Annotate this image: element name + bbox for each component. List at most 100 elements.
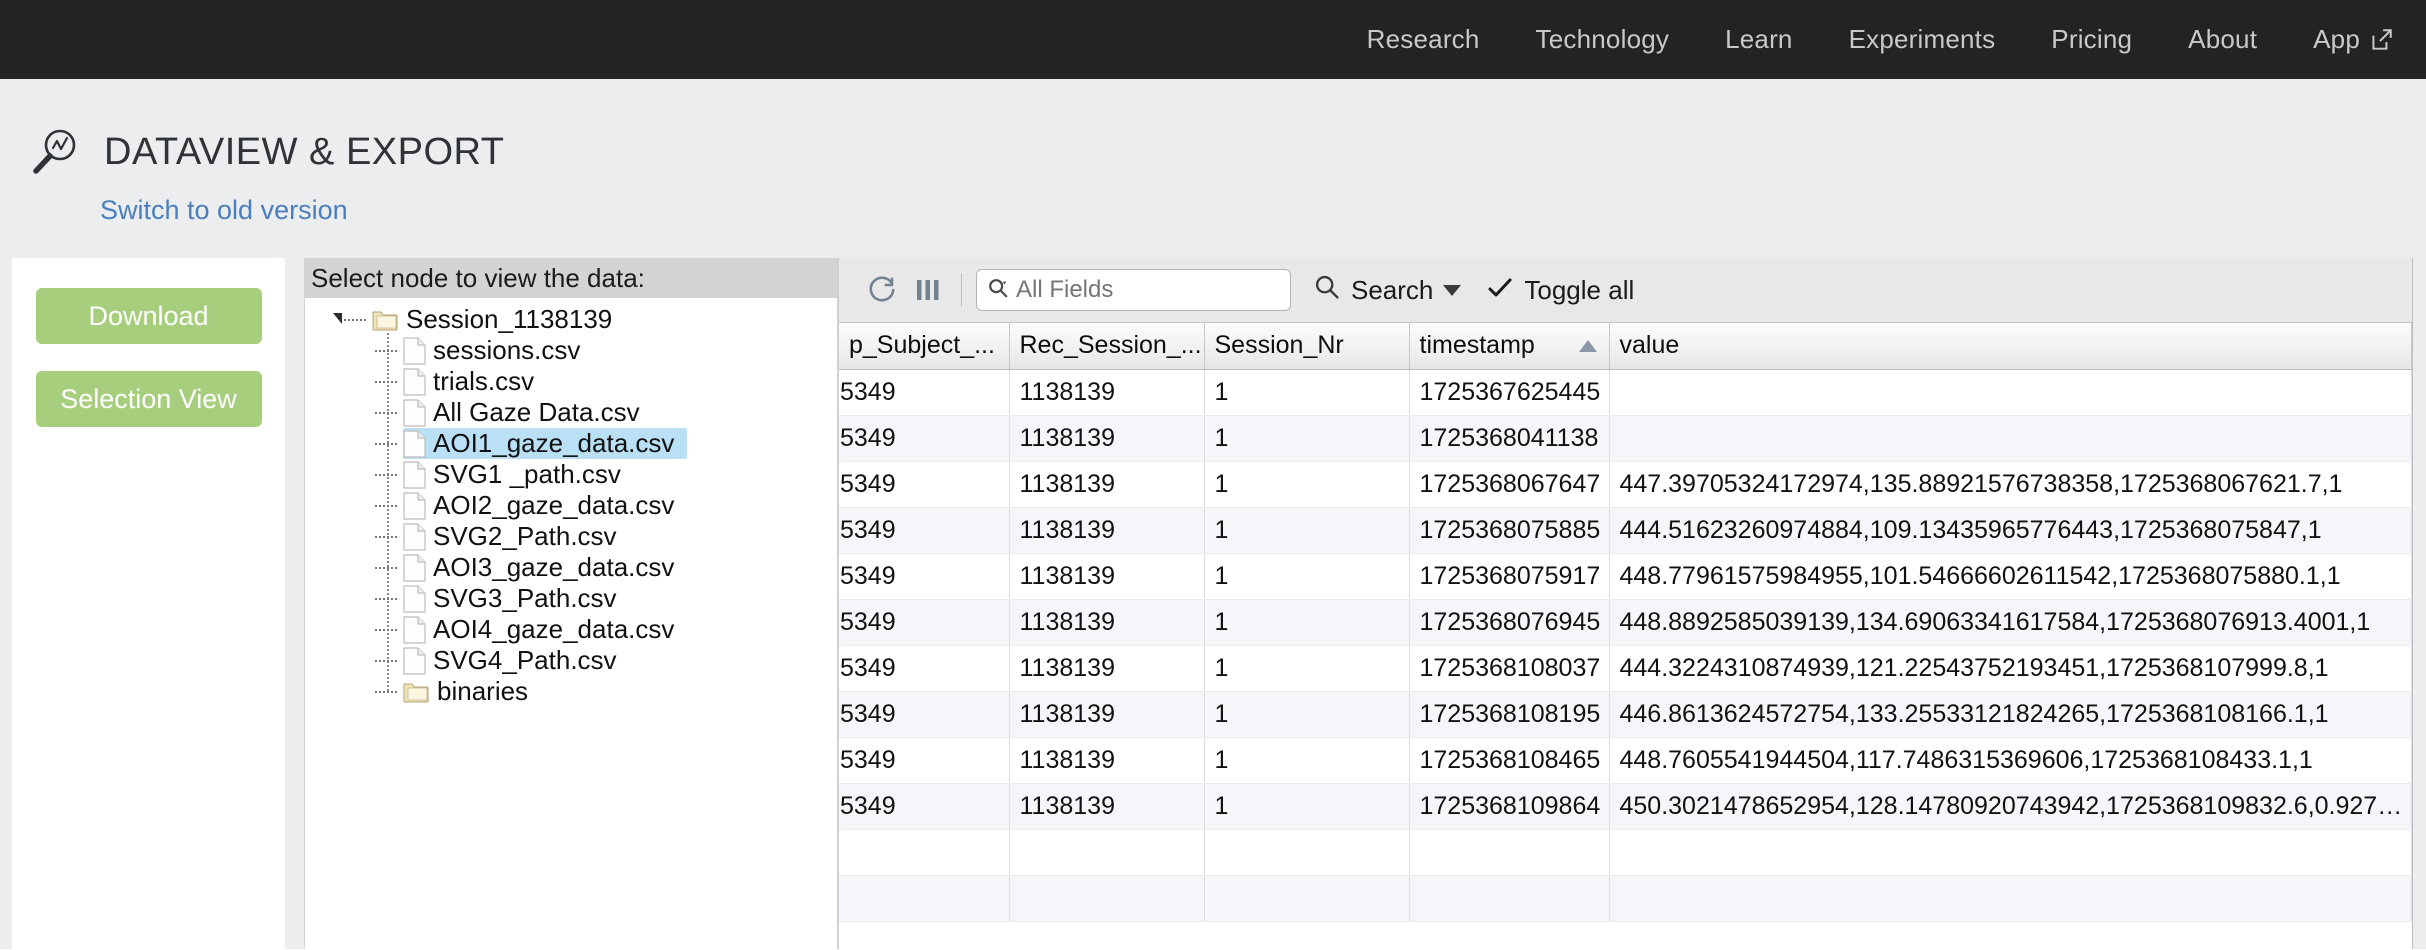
cell-empty	[839, 829, 1010, 876]
expand-collapse-icon[interactable]	[333, 313, 342, 324]
download-button[interactable]: Download	[35, 288, 262, 344]
cell-empty	[1204, 875, 1410, 922]
file-icon	[403, 646, 426, 675]
cell-rec-session: 1138139	[1009, 415, 1205, 462]
tree-node-label: SVG2_Path.csv	[433, 521, 617, 551]
nav-items: Research Technology Learn Experiments Pr…	[1339, 24, 2408, 55]
tree-node-svg3-path-csv[interactable]: SVG3_Path.csv	[305, 583, 837, 614]
cell-value: 447.39705324172974,135.88921576738358,17…	[1609, 461, 2412, 508]
tree-node-content: SVG1 _path.csv	[403, 459, 630, 490]
tree-node-aoi1-gaze-data-csv[interactable]: AOI1_gaze_data.csv	[305, 428, 837, 459]
tree-node-svg1-path-csv[interactable]: SVG1 _path.csv	[305, 459, 837, 490]
table-row[interactable]: 5349 1138139 1 1725368075885 444.5162326…	[839, 507, 2412, 554]
tree-node-content: AOI4_gaze_data.csv	[403, 614, 683, 645]
tree-panel-header: Select node to view the data:	[305, 258, 837, 298]
cell-subject: 5349	[839, 737, 1010, 784]
table-row[interactable]: 5349 1138139 1 1725368109864 450.3021478…	[839, 783, 2412, 830]
refresh-icon[interactable]	[859, 268, 905, 312]
cell-rec-session: 1138139	[1009, 645, 1205, 692]
file-icon	[403, 460, 426, 489]
toggle-all-button[interactable]: Toggle all	[1487, 275, 1634, 306]
column-header-rec-session[interactable]: Rec_Session_...	[1009, 323, 1205, 370]
tree-node-content: AOI2_gaze_data.csv	[403, 490, 683, 521]
table-row[interactable]: 5349 1138139 1 1725367625445	[839, 369, 2412, 416]
table-row[interactable]: 5349 1138139 1 1725368108037 444.3224310…	[839, 645, 2412, 692]
cell-value: 448.8892585039139,134.69063341617584,172…	[1609, 599, 2412, 646]
toggle-all-label: Toggle all	[1524, 274, 1635, 305]
selection-view-button[interactable]: Selection View	[35, 371, 262, 427]
tree-node-svg4-path-csv[interactable]: SVG4_Path.csv	[305, 645, 837, 676]
column-header-timestamp-label: timestamp	[1419, 331, 1535, 360]
tree-node-aoi3-gaze-data-csv[interactable]: AOI3_gaze_data.csv	[305, 552, 837, 583]
table-body: 5349 1138139 1 1725367625445 5349 113813…	[839, 369, 2412, 922]
column-header-timestamp[interactable]: timestamp	[1409, 323, 1610, 370]
column-header-session-nr[interactable]: Session_Nr	[1204, 323, 1410, 370]
file-icon	[403, 429, 426, 458]
tree-connector	[344, 318, 366, 321]
nav-item-learn[interactable]: Learn	[1697, 24, 1821, 55]
nav-item-experiments[interactable]: Experiments	[1821, 24, 2024, 55]
cell-subject: 5349	[839, 461, 1010, 508]
main-content: Download Selection View Select node to v…	[0, 258, 2426, 949]
tree-node-label: trials.csv	[433, 366, 535, 396]
nav-item-technology[interactable]: Technology	[1508, 24, 1698, 55]
cell-timestamp: 1725368075885	[1409, 507, 1610, 554]
tree-node-aoi2-gaze-data-csv[interactable]: AOI2_gaze_data.csv	[305, 490, 837, 521]
table-row[interactable]: 5349 1138139 1 1725368075917 448.7796157…	[839, 553, 2412, 600]
tree-node-content: SVG3_Path.csv	[403, 583, 626, 614]
tree-node-svg2-path-csv[interactable]: SVG2_Path.csv	[305, 521, 837, 552]
cell-rec-session: 1138139	[1009, 369, 1205, 416]
cell-session-nr: 1	[1204, 507, 1410, 554]
chevron-down-icon[interactable]	[1443, 284, 1462, 296]
data-table: p_Subject_... Rec_Session_... Session_Nr…	[839, 323, 2412, 922]
nav-item-research[interactable]: Research	[1339, 24, 1508, 55]
cell-rec-session: 1138139	[1009, 507, 1205, 554]
table-row[interactable]: 5349 1138139 1 1725368108465 448.7605541…	[839, 737, 2412, 784]
cell-empty	[1009, 875, 1205, 922]
cell-rec-session: 1138139	[1009, 783, 1205, 830]
table-row[interactable]: 5349 1138139 1 1725368041138	[839, 415, 2412, 462]
search-button[interactable]: Search	[1313, 273, 1462, 308]
column-header-subject[interactable]: p_Subject_...	[839, 323, 1010, 370]
search-field-wrapper[interactable]	[976, 269, 1291, 311]
file-icon	[403, 491, 426, 520]
nav-item-app[interactable]: App	[2285, 24, 2408, 55]
tree-node-content: AOI3_gaze_data.csv	[403, 552, 683, 583]
node-tree-panel: Select node to view the data: Session_11…	[304, 258, 838, 949]
tree-node-sessions-csv[interactable]: sessions.csv	[305, 335, 837, 366]
cell-rec-session: 1138139	[1009, 553, 1205, 600]
tree-node-label: sessions.csv	[433, 335, 581, 365]
nav-item-about[interactable]: About	[2160, 24, 2285, 55]
tree-node-label: Session_1138139	[406, 304, 613, 334]
cell-timestamp: 1725368067647	[1409, 461, 1610, 508]
table-row[interactable]: 5349 1138139 1 1725368108195 446.8613624…	[839, 691, 2412, 738]
top-navigation-bar: Research Technology Learn Experiments Pr…	[0, 0, 2426, 79]
tree-node-root[interactable]: Session_1138139	[305, 304, 837, 335]
tree-node-trials-csv[interactable]: trials.csv	[305, 366, 837, 397]
columns-icon[interactable]	[905, 268, 951, 312]
tree-connector	[375, 535, 397, 538]
cell-subject: 5349	[839, 599, 1010, 646]
cell-session-nr: 1	[1204, 369, 1410, 416]
file-icon	[403, 615, 426, 644]
search-input[interactable]	[1016, 276, 1266, 304]
tree-node-label: SVG1 _path.csv	[433, 459, 621, 489]
cell-session-nr: 1	[1204, 461, 1410, 508]
tree-node-content: binaries	[403, 676, 537, 707]
tree-node-binaries[interactable]: binaries	[305, 676, 837, 707]
tree-node-all-gaze-data-csv[interactable]: All Gaze Data.csv	[305, 397, 837, 428]
table-row[interactable]: 5349 1138139 1 1725368067647 447.3970532…	[839, 461, 2412, 508]
tree-node-content: sessions.csv	[403, 335, 589, 366]
nav-item-pricing[interactable]: Pricing	[2023, 24, 2160, 55]
nav-item-app-label: App	[2313, 24, 2360, 54]
switch-to-old-version-link[interactable]: Switch to old version	[100, 195, 2426, 226]
page-title: DATAVIEW & EXPORT	[104, 130, 505, 173]
file-icon	[403, 336, 426, 365]
cell-subject: 5349	[839, 415, 1010, 462]
tree-connector	[375, 349, 397, 352]
table-row[interactable]: 5349 1138139 1 1725368076945 448.8892585…	[839, 599, 2412, 646]
tree-node-label: binaries	[437, 676, 529, 706]
sort-ascending-icon[interactable]	[1578, 339, 1597, 352]
tree-node-aoi4-gaze-data-csv[interactable]: AOI4_gaze_data.csv	[305, 614, 837, 645]
column-header-value[interactable]: value	[1609, 323, 2412, 370]
